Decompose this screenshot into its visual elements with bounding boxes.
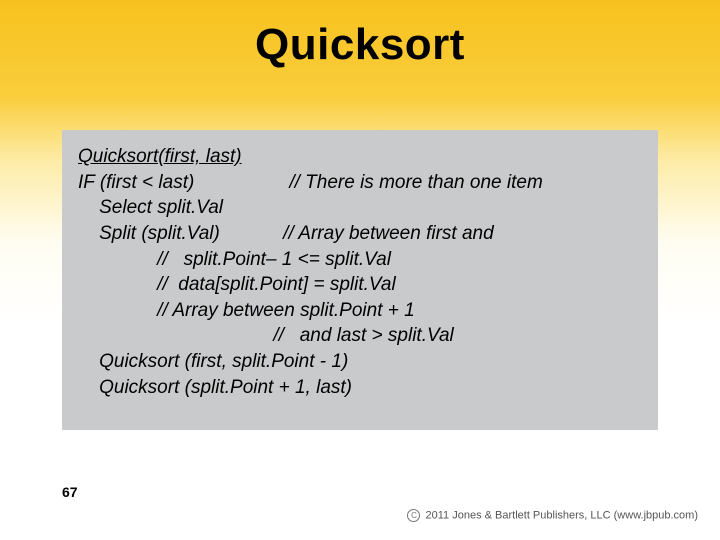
code-line: Split (split.Val) // Array between first…: [78, 221, 642, 247]
copyright-icon: C: [407, 509, 420, 522]
code-line: // and last > split.Val: [78, 323, 642, 349]
footer-credit: C 2011 Jones & Bartlett Publishers, LLC …: [407, 509, 698, 522]
code-line: Select split.Val: [78, 195, 642, 221]
code-line: // Array between split.Point + 1: [78, 298, 642, 324]
footer-text: 2011 Jones & Bartlett Publishers, LLC (w…: [426, 509, 698, 521]
code-heading: Quicksort(first, last): [78, 144, 642, 170]
pseudocode-box: Quicksort(first, last) IF (first < last)…: [62, 130, 658, 430]
code-line: IF (first < last) // There is more than …: [78, 170, 642, 196]
code-line: // data[split.Point] = split.Val: [78, 272, 642, 298]
code-line: Quicksort (split.Point + 1, last): [78, 375, 642, 401]
code-line: Quicksort (first, split.Point - 1): [78, 349, 642, 375]
page-number: 67: [62, 484, 78, 500]
code-line: // split.Point– 1 <= split.Val: [78, 247, 642, 273]
slide: Quicksort Quicksort(first, last) IF (fir…: [0, 0, 720, 540]
slide-title: Quicksort: [0, 20, 720, 70]
